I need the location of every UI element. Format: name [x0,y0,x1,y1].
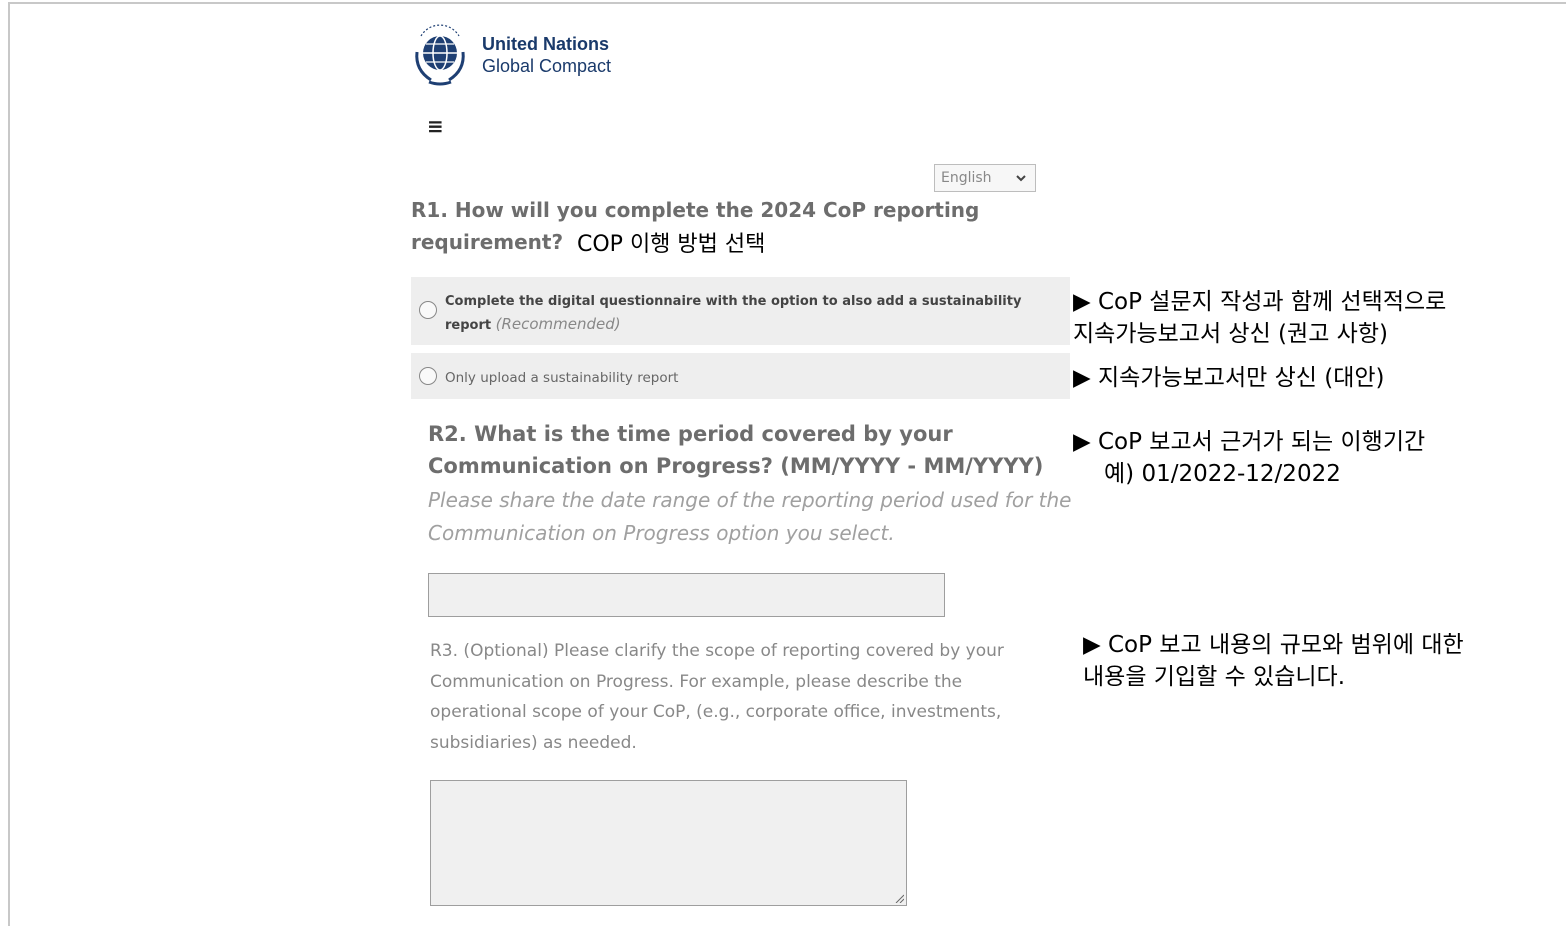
resize-handle-icon[interactable] [894,893,904,903]
language-selected: English [941,170,992,186]
annotation-option2: ▶ 지속가능보고서만 상신 (대안) [1073,365,1385,391]
chevron-down-icon [1016,175,1026,182]
r1-option-upload-only[interactable]: Only upload a sustainability report [411,353,1070,399]
hamburger-icon[interactable]: ≡ [427,116,444,136]
annotation-r3: ▶ CoP 보고 내용의 규모와 범위에 대한 내용을 기입할 수 있습니다. [1083,632,1464,690]
logo-subtitle: Global Compact [482,56,612,76]
r1-option-questionnaire[interactable]: Complete the digital questionnaire with … [411,277,1070,345]
un-seal-icon [415,24,465,86]
r1-option-label: Only upload a sustainability report [445,370,679,386]
un-global-compact-logo[interactable]: United Nations Global Compact [411,22,611,88]
annotation-r2: ▶ CoP 보고서 근거가 되는 이행기간 예) 01/2022-12/2022 [1073,429,1426,487]
language-select[interactable]: English [934,164,1036,192]
radio-button[interactable] [419,367,437,385]
r2-help-text: Please share the date range of the repor… [428,488,1072,545]
logo-title: United Nations [482,34,610,54]
annotation-option1: ▶ CoP 설문지 작성과 함께 선택적으로 지속가능보고서 상신 (권고 사항… [1073,289,1447,347]
reporting-period-input[interactable] [428,573,945,617]
r1-annotation: COP 이행 방법 선택 [577,232,766,257]
r3-question: R3. (Optional) Please clarify the scope … [430,641,1004,753]
scope-textarea[interactable] [430,780,907,906]
r2-question: R2. What is the time period covered by y… [428,422,1044,478]
radio-button[interactable] [419,301,437,319]
recommended-note: (Recommended) [495,315,621,333]
